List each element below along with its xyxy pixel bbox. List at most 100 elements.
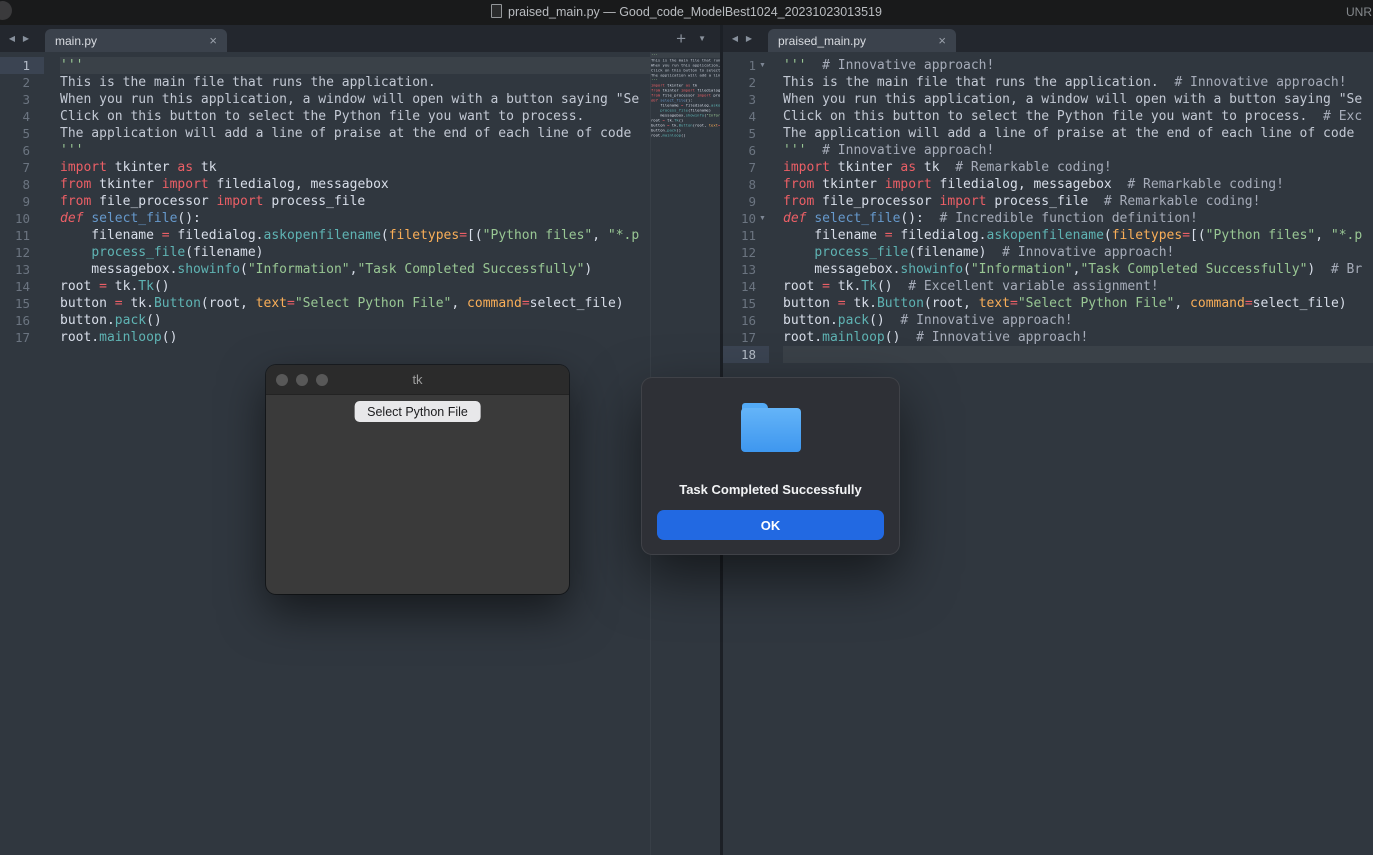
tab-nav-left-icon[interactable]: ◀ [728, 25, 742, 52]
line-number: 15 [0, 295, 30, 312]
line-number: 3 [0, 91, 30, 108]
code-line[interactable]: Click on this button to select the Pytho… [783, 108, 1373, 125]
gutter-line: 2 [723, 74, 769, 91]
code-line[interactable]: filename = filedialog.askopenfilename(fi… [783, 227, 1373, 244]
left-gutter: 1234567891011121314151617 [0, 52, 44, 855]
line-number: 10 [0, 210, 30, 227]
code-line[interactable]: root = tk.Tk() # Excellent variable assi… [783, 278, 1373, 295]
minimap-line: def select_file(): [651, 98, 720, 103]
close-tab-icon[interactable]: × [203, 34, 217, 47]
tab-label: praised_main.py [778, 34, 932, 48]
select-python-file-button[interactable]: Select Python File [354, 401, 481, 422]
code-line[interactable]: ''' # Innovative approach! [783, 57, 1373, 74]
code-line[interactable]: from file_processor import process_file … [783, 193, 1373, 210]
gutter-line: 7 [0, 159, 44, 176]
line-number: 18 [723, 346, 756, 363]
code-line[interactable]: Click on this button to select the Pytho… [60, 108, 650, 125]
tab-main-py[interactable]: main.py × [45, 29, 227, 52]
minimap-line: This is the main file that runs the appl… [651, 58, 720, 63]
tab-praised-main-py[interactable]: praised_main.py × [768, 29, 956, 52]
code-line[interactable]: messagebox.showinfo("Information","Task … [783, 261, 1373, 278]
code-line[interactable]: def select_file(): [60, 210, 650, 227]
code-line[interactable]: button.pack() [60, 312, 650, 329]
code-line[interactable]: from tkinter import filedialog, messageb… [60, 176, 650, 193]
code-line[interactable]: The application will add a line of prais… [783, 125, 1373, 142]
window-titlebar[interactable]: praised_main.py — Good_code_ModelBest102… [0, 0, 1373, 25]
code-line[interactable]: ''' # Innovative approach! [783, 142, 1373, 159]
code-line[interactable]: ''' [60, 57, 650, 74]
gutter-line: 12 [723, 244, 769, 261]
line-number: 13 [723, 261, 756, 278]
gutter-line: 10▼ [723, 210, 769, 227]
line-number: 6 [0, 142, 30, 159]
gutter-line: 17 [723, 329, 769, 346]
gutter-line: 11 [0, 227, 44, 244]
tk-titlebar[interactable]: tk [266, 365, 569, 395]
line-number: 14 [723, 278, 756, 295]
document-icon [491, 4, 502, 18]
line-number: 5 [0, 125, 30, 142]
gutter-line: 6 [723, 142, 769, 159]
minimap-line: root = tk.Tk() [651, 118, 720, 123]
tk-app-window[interactable]: tk Select Python File [266, 365, 569, 594]
line-number: 17 [723, 329, 756, 346]
line-number: 11 [723, 227, 756, 244]
line-number: 11 [0, 227, 30, 244]
minimize-button[interactable] [296, 374, 308, 386]
code-line[interactable]: button = tk.Button(root, text="Select Py… [60, 295, 650, 312]
tab-nav-right-icon[interactable]: ▶ [742, 25, 756, 52]
code-line[interactable]: ''' [60, 142, 650, 159]
fold-toggle-icon[interactable]: ▼ [756, 210, 769, 227]
gutter-line: 3 [0, 91, 44, 108]
ok-button[interactable]: OK [657, 510, 884, 540]
line-number: 10 [723, 210, 756, 227]
code-line[interactable]: messagebox.showinfo("Information","Task … [60, 261, 650, 278]
code-line[interactable]: This is the main file that runs the appl… [60, 74, 650, 91]
task-completed-dialog: Task Completed Successfully OK [641, 377, 900, 555]
tab-nav-right-icon[interactable]: ▶ [19, 25, 33, 52]
close-button[interactable] [276, 374, 288, 386]
code-line[interactable]: filename = filedialog.askopenfilename(fi… [60, 227, 650, 244]
code-line[interactable]: from tkinter import filedialog, messageb… [783, 176, 1373, 193]
code-line[interactable]: import tkinter as tk [60, 159, 650, 176]
minimap-line: from tkinter import filedialog, messageb… [651, 88, 720, 93]
code-line[interactable] [783, 346, 1373, 363]
minimap-line: ''' [651, 78, 720, 83]
code-line[interactable]: root = tk.Tk() [60, 278, 650, 295]
line-number: 2 [0, 74, 30, 91]
code-line[interactable]: root.mainloop() [60, 329, 650, 346]
code-line[interactable]: button.pack() # Innovative approach! [783, 312, 1373, 329]
code-line[interactable]: import tkinter as tk # Remarkable coding… [783, 159, 1373, 176]
fold-toggle-icon[interactable]: ▼ [756, 57, 769, 74]
line-number: 14 [0, 278, 30, 295]
code-line[interactable]: When you run this application, a window … [60, 91, 650, 108]
new-tab-button[interactable]: + [676, 30, 686, 47]
line-number: 1 [0, 57, 30, 74]
code-line[interactable]: root.mainloop() # Innovative approach! [783, 329, 1373, 346]
close-tab-icon[interactable]: × [932, 34, 946, 47]
code-line[interactable]: button = tk.Button(root, text="Select Py… [783, 295, 1373, 312]
gutter-line: 11 [723, 227, 769, 244]
gutter-line: 13 [723, 261, 769, 278]
gutter-line: 8 [723, 176, 769, 193]
code-line[interactable]: process_file(filename) # Innovative appr… [783, 244, 1373, 261]
code-line[interactable]: When you run this application, a window … [783, 91, 1373, 108]
gutter-line: 6 [0, 142, 44, 159]
code-line[interactable]: from file_processor import process_file [60, 193, 650, 210]
code-line[interactable]: The application will add a line of prais… [60, 125, 650, 142]
tab-overflow-button[interactable]: ▼ [698, 34, 706, 43]
code-line[interactable]: def select_file(): # Incredible function… [783, 210, 1373, 227]
tab-nav-left-icon[interactable]: ◀ [5, 25, 19, 52]
code-line[interactable]: This is the main file that runs the appl… [783, 74, 1373, 91]
gutter-line: 18 [723, 346, 769, 363]
gutter-line: 16 [0, 312, 44, 329]
gutter-line: 14 [723, 278, 769, 295]
unregistered-label: UNR [1346, 0, 1373, 25]
line-number: 15 [723, 295, 756, 312]
dialog-message: Task Completed Successfully [641, 482, 900, 497]
zoom-button[interactable] [316, 374, 328, 386]
line-number: 2 [723, 74, 756, 91]
minimap-line: ''' [651, 53, 720, 58]
gutter-line: 3 [723, 91, 769, 108]
code-line[interactable]: process_file(filename) [60, 244, 650, 261]
